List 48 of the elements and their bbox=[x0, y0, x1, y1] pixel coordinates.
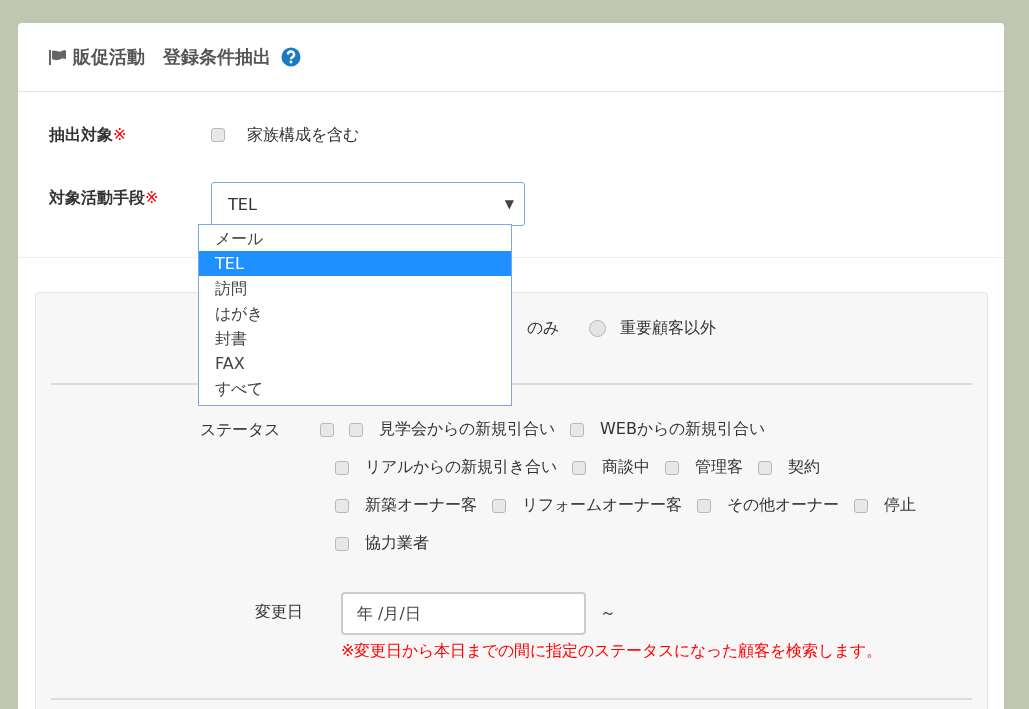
radio-button[interactable] bbox=[589, 319, 606, 337]
checkbox-label: 商談中 bbox=[602, 457, 650, 478]
radio-label: 重要顧客以外 bbox=[620, 317, 716, 339]
checkbox[interactable] bbox=[758, 460, 772, 475]
page-title: 販促活動 登録条件抽出 bbox=[73, 45, 271, 69]
dropdown-option[interactable]: メール bbox=[199, 226, 511, 251]
checkbox[interactable] bbox=[697, 498, 711, 513]
checkbox-label: 見学会からの新規引合い bbox=[379, 419, 555, 440]
checkbox[interactable] bbox=[335, 460, 349, 475]
checkbox-label: リアルからの新規引き合い bbox=[365, 457, 557, 478]
radio-label: のみ bbox=[527, 317, 559, 339]
flag-icon bbox=[49, 49, 67, 65]
checkbox[interactable] bbox=[211, 128, 225, 142]
field-label: 抽出対象※ bbox=[49, 124, 128, 146]
dropdown-caret-icon: ▼ bbox=[504, 197, 514, 211]
checkbox-label: 家族構成を含む bbox=[247, 124, 359, 146]
checkbox-label: リフォームオーナー客 bbox=[522, 495, 682, 516]
help-icon[interactable] bbox=[281, 47, 301, 67]
checkbox-label: 協力業者 bbox=[365, 533, 429, 554]
range-separator: ～ bbox=[600, 603, 616, 624]
required-mark: ※ bbox=[145, 188, 159, 207]
checkbox[interactable] bbox=[570, 422, 584, 437]
checkbox[interactable] bbox=[572, 460, 586, 475]
checkbox-label: 契約 bbox=[788, 457, 820, 478]
dropdown-option[interactable]: はがき bbox=[199, 301, 511, 326]
select-field[interactable]: TEL ▼ bbox=[211, 182, 525, 226]
dropdown-option[interactable]: すべて bbox=[199, 376, 511, 401]
date-field[interactable]: 年 /月/日 bbox=[341, 592, 586, 635]
checkbox[interactable] bbox=[349, 422, 363, 437]
checkbox[interactable] bbox=[854, 498, 868, 513]
field-label: 対象活動手段※ bbox=[49, 188, 160, 209]
checkbox[interactable] bbox=[665, 460, 679, 475]
checkbox-label: 新築オーナー客 bbox=[365, 495, 477, 516]
checkbox[interactable] bbox=[335, 536, 349, 551]
dropdown-option[interactable]: FAX bbox=[199, 351, 511, 376]
required-mark: ※ bbox=[113, 124, 127, 144]
dropdown-option[interactable]: 訪問 bbox=[199, 276, 511, 301]
checkbox[interactable] bbox=[335, 498, 349, 513]
checkbox[interactable] bbox=[320, 422, 334, 437]
dropdown-option[interactable]: 封書 bbox=[199, 326, 511, 351]
field-label: ステータス bbox=[200, 420, 281, 441]
checkbox[interactable] bbox=[492, 498, 506, 513]
checkbox-label: 停止 bbox=[884, 495, 916, 516]
checkbox-label: その他オーナー bbox=[727, 495, 839, 516]
checkbox-label: 管理客 bbox=[695, 457, 743, 478]
note-text: ※変更日から本日までの間に指定のステータスになった顧客を検索します。 bbox=[341, 641, 883, 662]
checkbox-label: WEBからの新規引合い bbox=[600, 419, 765, 440]
field-label: 変更日 bbox=[255, 602, 304, 623]
